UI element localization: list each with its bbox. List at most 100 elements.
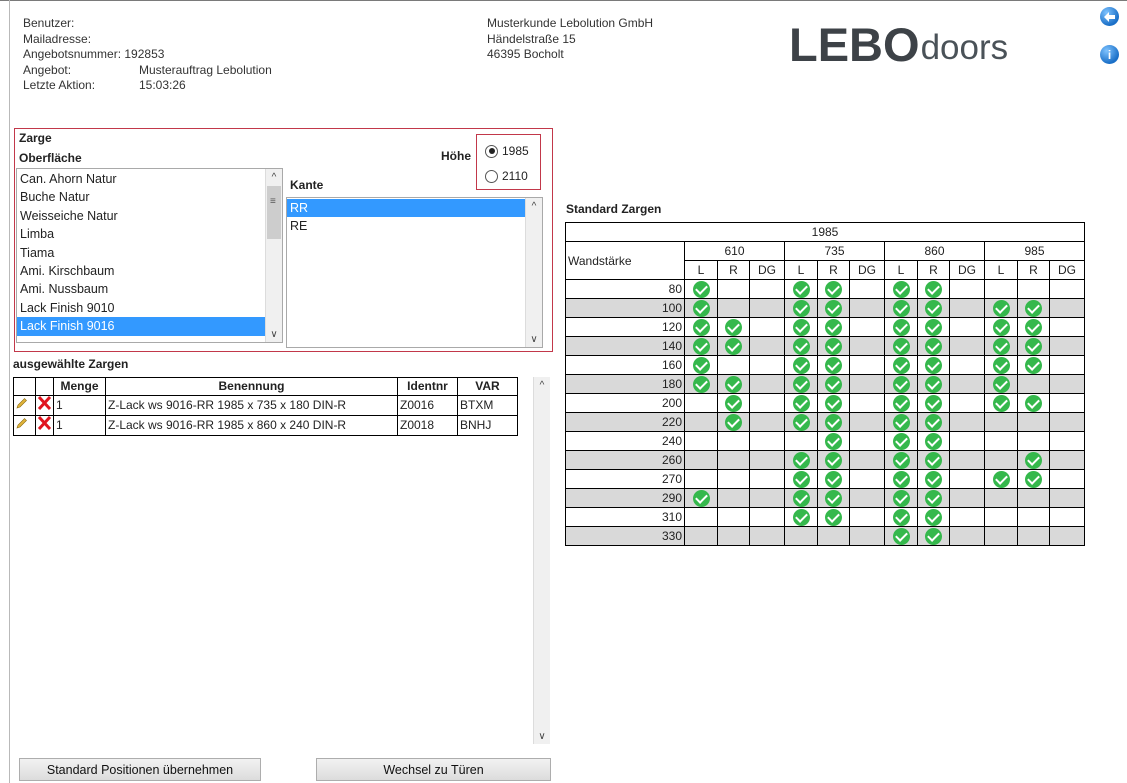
availability-cell[interactable]: [784, 298, 818, 318]
standard-positionen-button[interactable]: Standard Positionen übernehmen: [19, 758, 261, 781]
kante-option[interactable]: RE: [287, 217, 525, 235]
radio-2110[interactable]: [485, 169, 498, 183]
availability-cell[interactable]: [717, 336, 750, 356]
availability-cell[interactable]: [784, 279, 818, 299]
oberflaeche-listbox[interactable]: Can. Ahorn Natur Buche Natur Weisseiche Na…: [16, 168, 283, 343]
availability-cell[interactable]: [1017, 298, 1050, 318]
delete-icon[interactable]: [37, 395, 52, 411]
oberflaeche-option[interactable]: Weisseiche Natur: [17, 207, 265, 225]
availability-cell[interactable]: [917, 488, 950, 508]
availability-cell[interactable]: [884, 355, 918, 375]
oberflaeche-option[interactable]: Can. Ahorn Natur: [17, 170, 265, 188]
availability-cell[interactable]: [917, 317, 950, 337]
pencil-icon[interactable]: [16, 417, 28, 429]
availability-cell[interactable]: [884, 374, 918, 394]
availability-cell[interactable]: [684, 279, 718, 299]
availability-cell[interactable]: [917, 393, 950, 413]
availability-cell[interactable]: [784, 393, 818, 413]
availability-cell[interactable]: [884, 336, 918, 356]
availability-cell[interactable]: [984, 336, 1018, 356]
availability-cell[interactable]: [784, 507, 818, 527]
availability-cell[interactable]: [884, 507, 918, 527]
scroll-up-icon[interactable]: ^: [266, 169, 282, 185]
kante-listbox[interactable]: RR RE ^ ∨: [286, 197, 543, 348]
availability-cell[interactable]: [884, 412, 918, 432]
availability-cell[interactable]: [817, 507, 850, 527]
oberflaeche-option[interactable]: Tiama: [17, 244, 265, 262]
availability-cell[interactable]: [984, 469, 1018, 489]
availability-cell[interactable]: [784, 317, 818, 337]
availability-cell[interactable]: [1017, 469, 1050, 489]
availability-cell[interactable]: [817, 393, 850, 413]
availability-cell[interactable]: [917, 279, 950, 299]
availability-cell[interactable]: [884, 393, 918, 413]
pencil-icon[interactable]: [16, 397, 28, 409]
availability-cell[interactable]: [984, 317, 1018, 337]
availability-cell[interactable]: [917, 412, 950, 432]
availability-cell[interactable]: [684, 488, 718, 508]
availability-cell[interactable]: [917, 507, 950, 527]
oberflaeche-option[interactable]: Ami. Nussbaum: [17, 280, 265, 298]
availability-cell[interactable]: [884, 279, 918, 299]
oberflaeche-option[interactable]: Limba: [17, 225, 265, 243]
availability-cell[interactable]: [917, 431, 950, 451]
availability-cell[interactable]: [1017, 393, 1050, 413]
availability-cell[interactable]: [784, 355, 818, 375]
oberflaeche-option[interactable]: Lack Finish 9016: [17, 317, 265, 336]
availability-cell[interactable]: [717, 374, 750, 394]
availability-cell[interactable]: [817, 317, 850, 337]
availability-cell[interactable]: [784, 336, 818, 356]
selected-scrollbar[interactable]: ^ ∨: [533, 377, 550, 744]
availability-cell[interactable]: [884, 526, 918, 546]
availability-cell[interactable]: [917, 336, 950, 356]
availability-cell[interactable]: [884, 450, 918, 470]
oberflaeche-scrollbar[interactable]: ^ ≡ ∨: [265, 169, 282, 342]
availability-cell[interactable]: [884, 317, 918, 337]
availability-cell[interactable]: [817, 374, 850, 394]
availability-cell[interactable]: [784, 412, 818, 432]
radio-1985[interactable]: [485, 144, 498, 158]
availability-cell[interactable]: [917, 450, 950, 470]
availability-cell[interactable]: [984, 374, 1018, 394]
availability-cell[interactable]: [684, 317, 718, 337]
availability-cell[interactable]: [917, 469, 950, 489]
availability-cell[interactable]: [1017, 336, 1050, 356]
availability-cell[interactable]: [817, 431, 850, 451]
availability-cell[interactable]: [817, 298, 850, 318]
scroll-up-icon[interactable]: ^: [534, 377, 550, 393]
hoehe-option-2110[interactable]: 2110: [485, 169, 528, 183]
availability-cell[interactable]: [817, 355, 850, 375]
availability-cell[interactable]: [884, 298, 918, 318]
availability-cell[interactable]: [1017, 317, 1050, 337]
availability-cell[interactable]: [817, 279, 850, 299]
availability-cell[interactable]: [784, 374, 818, 394]
availability-cell[interactable]: [717, 412, 750, 432]
availability-cell[interactable]: [684, 355, 718, 375]
scroll-down-icon[interactable]: ∨: [266, 326, 282, 342]
availability-cell[interactable]: [917, 298, 950, 318]
back-arrow-icon[interactable]: [1100, 7, 1119, 26]
kante-option[interactable]: RR: [287, 199, 525, 218]
availability-cell[interactable]: [917, 355, 950, 375]
availability-cell[interactable]: [817, 488, 850, 508]
oberflaeche-option[interactable]: Buche Natur: [17, 188, 265, 206]
availability-cell[interactable]: [717, 393, 750, 413]
availability-cell[interactable]: [884, 488, 918, 508]
wechsel-zu-tueren-button[interactable]: Wechsel zu Türen: [316, 758, 551, 781]
availability-cell[interactable]: [784, 469, 818, 489]
info-icon[interactable]: i: [1100, 45, 1119, 64]
availability-cell[interactable]: [1017, 450, 1050, 470]
kante-scrollbar[interactable]: ^ ∨: [525, 198, 542, 347]
scroll-down-icon[interactable]: ∨: [526, 331, 542, 347]
availability-cell[interactable]: [684, 336, 718, 356]
availability-cell[interactable]: [684, 298, 718, 318]
availability-cell[interactable]: [684, 374, 718, 394]
scroll-thumb[interactable]: [267, 186, 281, 239]
delete-icon[interactable]: [37, 415, 52, 431]
availability-cell[interactable]: [784, 488, 818, 508]
availability-cell[interactable]: [984, 393, 1018, 413]
availability-cell[interactable]: [817, 450, 850, 470]
availability-cell[interactable]: [884, 431, 918, 451]
availability-cell[interactable]: [884, 469, 918, 489]
availability-cell[interactable]: [817, 412, 850, 432]
